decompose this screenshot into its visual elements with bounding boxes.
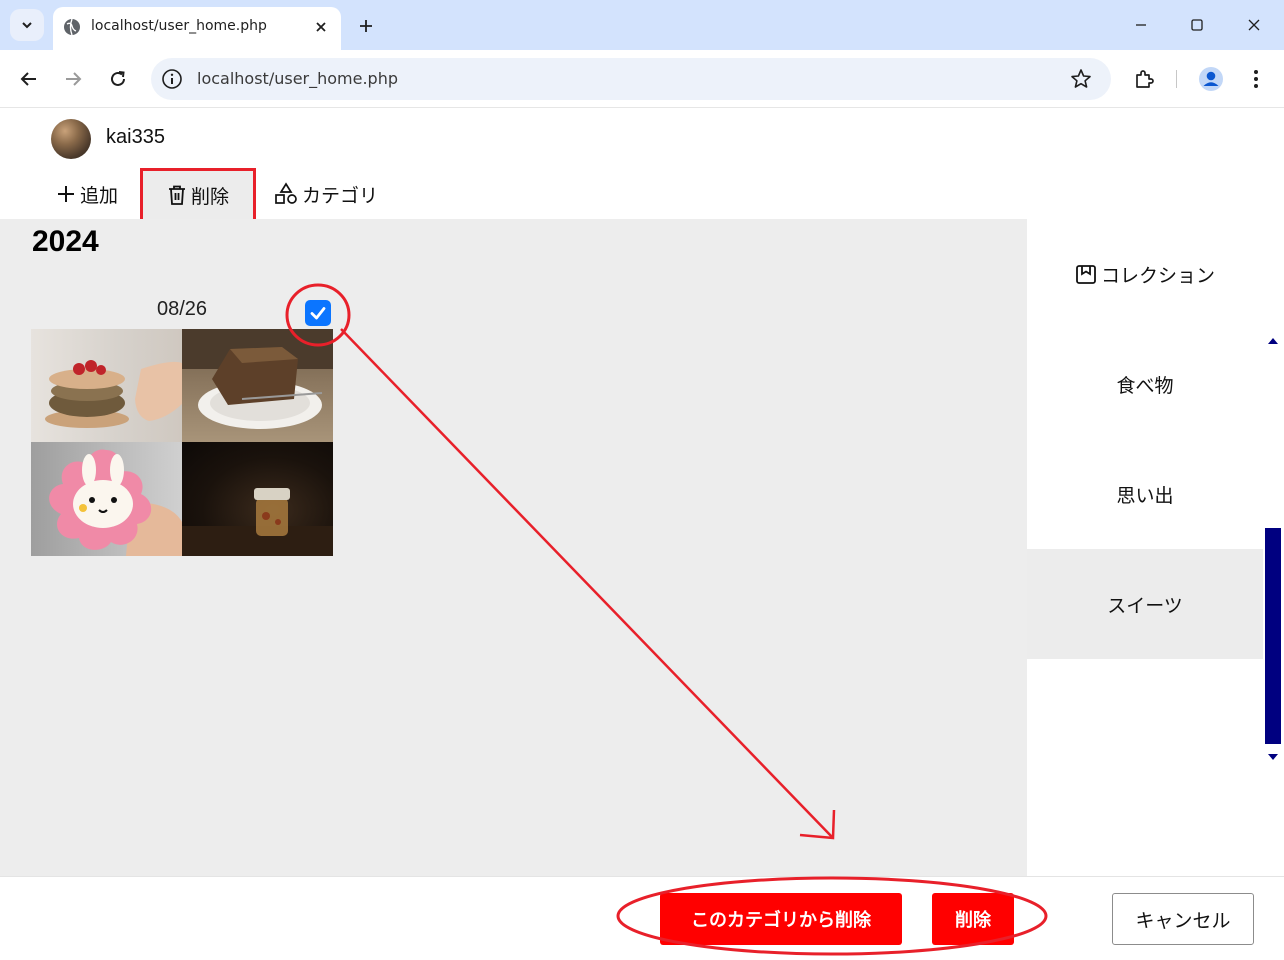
triangle-down-icon [1268, 754, 1278, 760]
scroll-thumb[interactable] [1265, 528, 1281, 744]
sidebar-item-label: 食べ物 [1116, 375, 1174, 397]
profile-icon [1199, 67, 1223, 91]
sidebar-item-label: 思い出 [1116, 485, 1174, 507]
browser-toolbar: localhost/user_home.php [0, 50, 1284, 108]
delete-mode-label: 削除 [190, 185, 229, 208]
scroll-down-arrow[interactable] [1267, 752, 1279, 762]
delete-button[interactable]: 削除 [932, 893, 1014, 945]
checkmark-icon [310, 307, 326, 320]
username: kai335 [106, 126, 165, 148]
bottom-action-bar: このカテゴリから削除 削除 キャンセル [0, 876, 1284, 960]
collection-icon [1076, 265, 1096, 284]
window-close-button[interactable] [1240, 11, 1268, 39]
puzzle-icon [1136, 70, 1154, 88]
profile-button[interactable] [1198, 66, 1224, 92]
sidebar-item-label: コレクション [1100, 265, 1215, 287]
photo-thumbnail[interactable] [182, 329, 333, 442]
close-icon [1248, 19, 1260, 31]
year-heading: 2024 [32, 225, 99, 258]
category-sidebar: コレクション 食べ物 思い出 スイーツ [1027, 219, 1284, 876]
sidebar-item-label: スイーツ [1107, 595, 1183, 617]
sidebar-item-collection[interactable]: コレクション [1027, 219, 1263, 329]
jar-image [182, 488, 333, 556]
globe-icon [64, 18, 80, 36]
plus-icon [58, 186, 74, 202]
chevron-down-icon [22, 22, 32, 29]
tab-search-button[interactable] [10, 9, 44, 41]
delete-mode-button[interactable]: 削除 [140, 168, 256, 222]
scroll-up-arrow[interactable] [1267, 336, 1279, 346]
remove-from-category-button[interactable]: このカテゴリから削除 [660, 893, 902, 945]
more-vertical-icon [1254, 70, 1258, 88]
photo-grid [31, 329, 333, 556]
browser-tab[interactable]: localhost/user_home.php [53, 7, 341, 50]
maximize-icon [1191, 19, 1203, 31]
info-icon [162, 69, 182, 89]
cake-image [182, 329, 333, 429]
minimize-icon [1136, 24, 1146, 26]
sidebar-item-sweets[interactable]: スイーツ [1027, 549, 1263, 659]
macaron-image [45, 360, 182, 428]
arrow-left-icon [20, 72, 36, 86]
forward-button[interactable] [57, 63, 89, 95]
sidebar-item-food[interactable]: 食べ物 [1027, 329, 1263, 439]
photo-thumbnail[interactable] [182, 442, 333, 556]
photo-thumbnail[interactable] [31, 329, 182, 442]
photo-thumbnail[interactable] [31, 442, 182, 556]
address-bar[interactable]: localhost/user_home.php [151, 58, 1111, 100]
group-select-checkbox[interactable] [305, 300, 331, 326]
photo-timeline: 2024 08/26 [0, 219, 1027, 876]
page: kai335 追加 削除 カテゴリ 2024 08/26 コレクション 食べ物 … [0, 108, 1284, 960]
cancel-button[interactable]: キャンセル [1112, 893, 1254, 945]
arrow-right-icon [66, 72, 82, 86]
extensions-button[interactable] [1131, 66, 1157, 92]
triangle-up-icon [1268, 338, 1278, 344]
menu-button[interactable] [1243, 66, 1269, 92]
sidebar-item-memories[interactable]: 思い出 [1027, 439, 1263, 549]
avatar[interactable] [51, 119, 91, 159]
category-button-label: カテゴリ [302, 184, 379, 207]
trash-icon [168, 185, 185, 205]
url-text: localhost/user_home.php [197, 69, 399, 88]
maximize-button[interactable] [1183, 11, 1211, 39]
tab-title: localhost/user_home.php [91, 18, 267, 34]
reload-button[interactable] [102, 63, 134, 95]
shapes-icon [275, 182, 297, 204]
category-button[interactable]: カテゴリ [274, 168, 378, 220]
bookmark-star-icon[interactable] [1069, 67, 1093, 91]
tab-close-button[interactable] [309, 15, 333, 39]
plus-icon [360, 20, 372, 32]
add-button[interactable]: 追加 [56, 168, 118, 220]
bunny-cookie-image [49, 449, 182, 556]
back-button[interactable] [13, 63, 45, 95]
toolbar-separator [1176, 70, 1177, 88]
sidebar-scrollbar[interactable] [1263, 326, 1284, 766]
minimize-button[interactable] [1127, 11, 1155, 39]
new-tab-button[interactable] [352, 12, 380, 40]
add-button-label: 追加 [80, 184, 119, 207]
close-icon [316, 22, 326, 32]
reload-icon [111, 71, 125, 86]
tab-strip: localhost/user_home.php [0, 0, 1284, 50]
